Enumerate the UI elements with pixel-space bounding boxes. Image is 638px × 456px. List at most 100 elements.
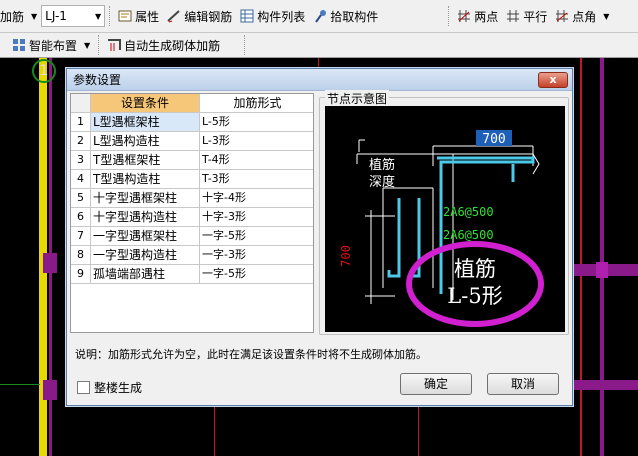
chevron-down-icon: ▼ — [84, 40, 91, 50]
checkbox-box[interactable] — [77, 381, 90, 394]
row-number[interactable]: 8 — [71, 246, 91, 264]
parallel-label: 平行 — [523, 9, 548, 24]
dim-left-label: 700 — [339, 245, 353, 267]
grid-line-red — [580, 58, 582, 456]
row-number-header — [71, 94, 91, 112]
auto-generate-button[interactable]: 自动生成砌体加筋 — [103, 34, 224, 56]
properties-label: 属性 — [135, 9, 160, 24]
table-row[interactable]: 1 L型遇框架柱 L-5形 — [71, 113, 313, 132]
close-icon: x — [549, 73, 557, 86]
edit-rebar-button[interactable]: 编辑钢筋 — [163, 5, 236, 27]
parameter-dialog: 参数设置 x 设置条件 加筋形式 1 L型遇框架柱 L-5形 2 L型遇构造柱 L-3形 3… — [66, 68, 573, 406]
table-row[interactable]: 2 L型遇构造柱 L-3形 — [71, 132, 313, 151]
chevron-down-icon: ▼ — [603, 11, 610, 21]
grid-line-green — [0, 384, 40, 385]
table-row[interactable]: 7 一字型遇框架柱 一字-5形 — [71, 227, 313, 246]
member-list-label: 构件列表 — [257, 9, 306, 24]
grid-line-red — [318, 58, 319, 68]
wall-band — [573, 380, 638, 390]
condition-cell[interactable]: 一字型遇构造柱 — [91, 246, 200, 264]
auto-generate-icon — [107, 38, 122, 52]
row-number[interactable]: 7 — [71, 227, 91, 245]
condition-cell[interactable]: 孤墙端部遇柱 — [91, 265, 200, 283]
condition-cell[interactable]: T型遇构造柱 — [91, 170, 200, 188]
separator — [448, 6, 450, 26]
point-angle-button[interactable]: 点角 ▼ — [551, 5, 613, 27]
whole-building-checkbox[interactable]: 整楼生成 — [77, 379, 142, 396]
separator — [109, 6, 111, 26]
table-row[interactable]: 3 T型遇框架柱 T-4形 — [71, 151, 313, 170]
row-number[interactable]: 1 — [71, 113, 91, 131]
two-points-label: 两点 — [474, 9, 499, 24]
form-cell[interactable]: 十字-4形 — [200, 189, 313, 207]
separator — [244, 35, 246, 55]
condition-cell[interactable]: L型遇构造柱 — [91, 132, 200, 150]
table-row[interactable]: 6 十字型遇构造柱 十字-3形 — [71, 208, 313, 227]
edit-rebar-label: 编辑钢筋 — [184, 9, 233, 24]
column-block — [43, 253, 57, 273]
close-button[interactable]: x — [538, 72, 568, 88]
smart-layout-label: 智能布置 — [29, 38, 78, 53]
form-cell[interactable]: T-4形 — [200, 151, 313, 169]
big-label-1: 植筋 — [454, 257, 496, 281]
pick-member-button[interactable]: 拾取构件 — [309, 5, 382, 27]
condition-cell[interactable]: 十字型遇框架柱 — [91, 189, 200, 207]
dialog-title: 参数设置 — [73, 73, 122, 87]
left-combo-value: 加筋 — [0, 9, 25, 24]
parallel-button[interactable]: 平行 — [502, 5, 551, 27]
form-cell[interactable]: L-3形 — [200, 132, 313, 150]
row-number[interactable]: 3 — [71, 151, 91, 169]
cancel-button[interactable]: 取消 — [487, 373, 559, 395]
form-cell[interactable]: 十字-3形 — [200, 208, 313, 226]
row-number[interactable]: 6 — [71, 208, 91, 226]
member-list-button[interactable]: 构件列表 — [236, 5, 309, 27]
point-angle-icon — [555, 9, 569, 23]
smart-layout-button[interactable]: 智能布置 ▼ — [0, 34, 94, 56]
depth-label-1: 植筋 — [369, 157, 395, 173]
preview-legend: 节点示意图 — [325, 90, 390, 107]
axis-marker: 1 — [32, 59, 56, 83]
properties-icon — [118, 9, 132, 23]
row-number[interactable]: 5 — [71, 189, 91, 207]
wall-line-purple — [600, 58, 604, 456]
dialog-titlebar[interactable]: 参数设置 x — [67, 69, 572, 91]
form-cell[interactable]: 一字-5形 — [200, 227, 313, 245]
condition-cell[interactable]: 十字型遇构造柱 — [91, 208, 200, 226]
form-cell[interactable]: 一字-5形 — [200, 265, 313, 283]
two-points-button[interactable]: 两点 — [453, 5, 502, 27]
condition-cell[interactable]: T型遇框架柱 — [91, 151, 200, 169]
list-icon — [240, 9, 254, 23]
member-combo[interactable]: LJ-1 ▼ — [41, 5, 106, 27]
table-row[interactable]: 8 一字型遇构造柱 一字-3形 — [71, 246, 313, 265]
row-number[interactable]: 9 — [71, 265, 91, 283]
node-preview: 700 700 植筋 深度 2A6@500 2A6@500 植筋 L-5形 — [325, 106, 565, 332]
column-block — [43, 380, 57, 400]
header-form[interactable]: 加筋形式 — [200, 94, 313, 112]
settings-table[interactable]: 设置条件 加筋形式 1 L型遇框架柱 L-5形 2 L型遇构造柱 L-3形 3 T型遇框架柱 T… — [70, 93, 314, 333]
header-condition[interactable]: 设置条件 — [91, 94, 200, 112]
grid-line-red — [418, 406, 419, 456]
properties-button[interactable]: 属性 — [114, 5, 163, 27]
description-note: 说明：加筋形式允许为空，此时在满足该设置条件时将不生成砌体加筋。 — [75, 348, 427, 361]
form-cell[interactable]: 一字-3形 — [200, 246, 313, 264]
condition-cell[interactable]: L型遇框架柱 — [91, 113, 200, 131]
separator — [98, 35, 100, 55]
table-row[interactable]: 5 十字型遇框架柱 十字-4形 — [71, 189, 313, 208]
form-cell[interactable]: L-5形 — [200, 113, 313, 131]
left-combo[interactable]: 加筋 ▼ — [0, 5, 41, 27]
row-number[interactable]: 4 — [71, 170, 91, 188]
main-toolbar: 加筋 ▼ LJ-1 ▼ 属性 编辑钢筋 构件列表 拾取构件 两点 平行 点角 ▼ — [0, 0, 638, 33]
depth-label-2: 深度 — [369, 174, 395, 190]
big-label-2: L-5形 — [447, 284, 502, 308]
row-number[interactable]: 2 — [71, 132, 91, 150]
condition-cell[interactable]: 一字型遇框架柱 — [91, 227, 200, 245]
form-cell[interactable]: T-3形 — [200, 170, 313, 188]
table-row[interactable]: 4 T型遇构造柱 T-3形 — [71, 170, 313, 189]
table-row[interactable]: 9 孤墙端部遇柱 一字-5形 — [71, 265, 313, 284]
parallel-icon — [506, 9, 520, 23]
rebar-label-1: 2A6@500 — [443, 205, 494, 219]
secondary-toolbar: 智能布置 ▼ 自动生成砌体加筋 — [0, 33, 638, 58]
column-block — [596, 262, 608, 278]
whole-building-label: 整楼生成 — [94, 381, 143, 395]
ok-button[interactable]: 确定 — [400, 373, 472, 395]
